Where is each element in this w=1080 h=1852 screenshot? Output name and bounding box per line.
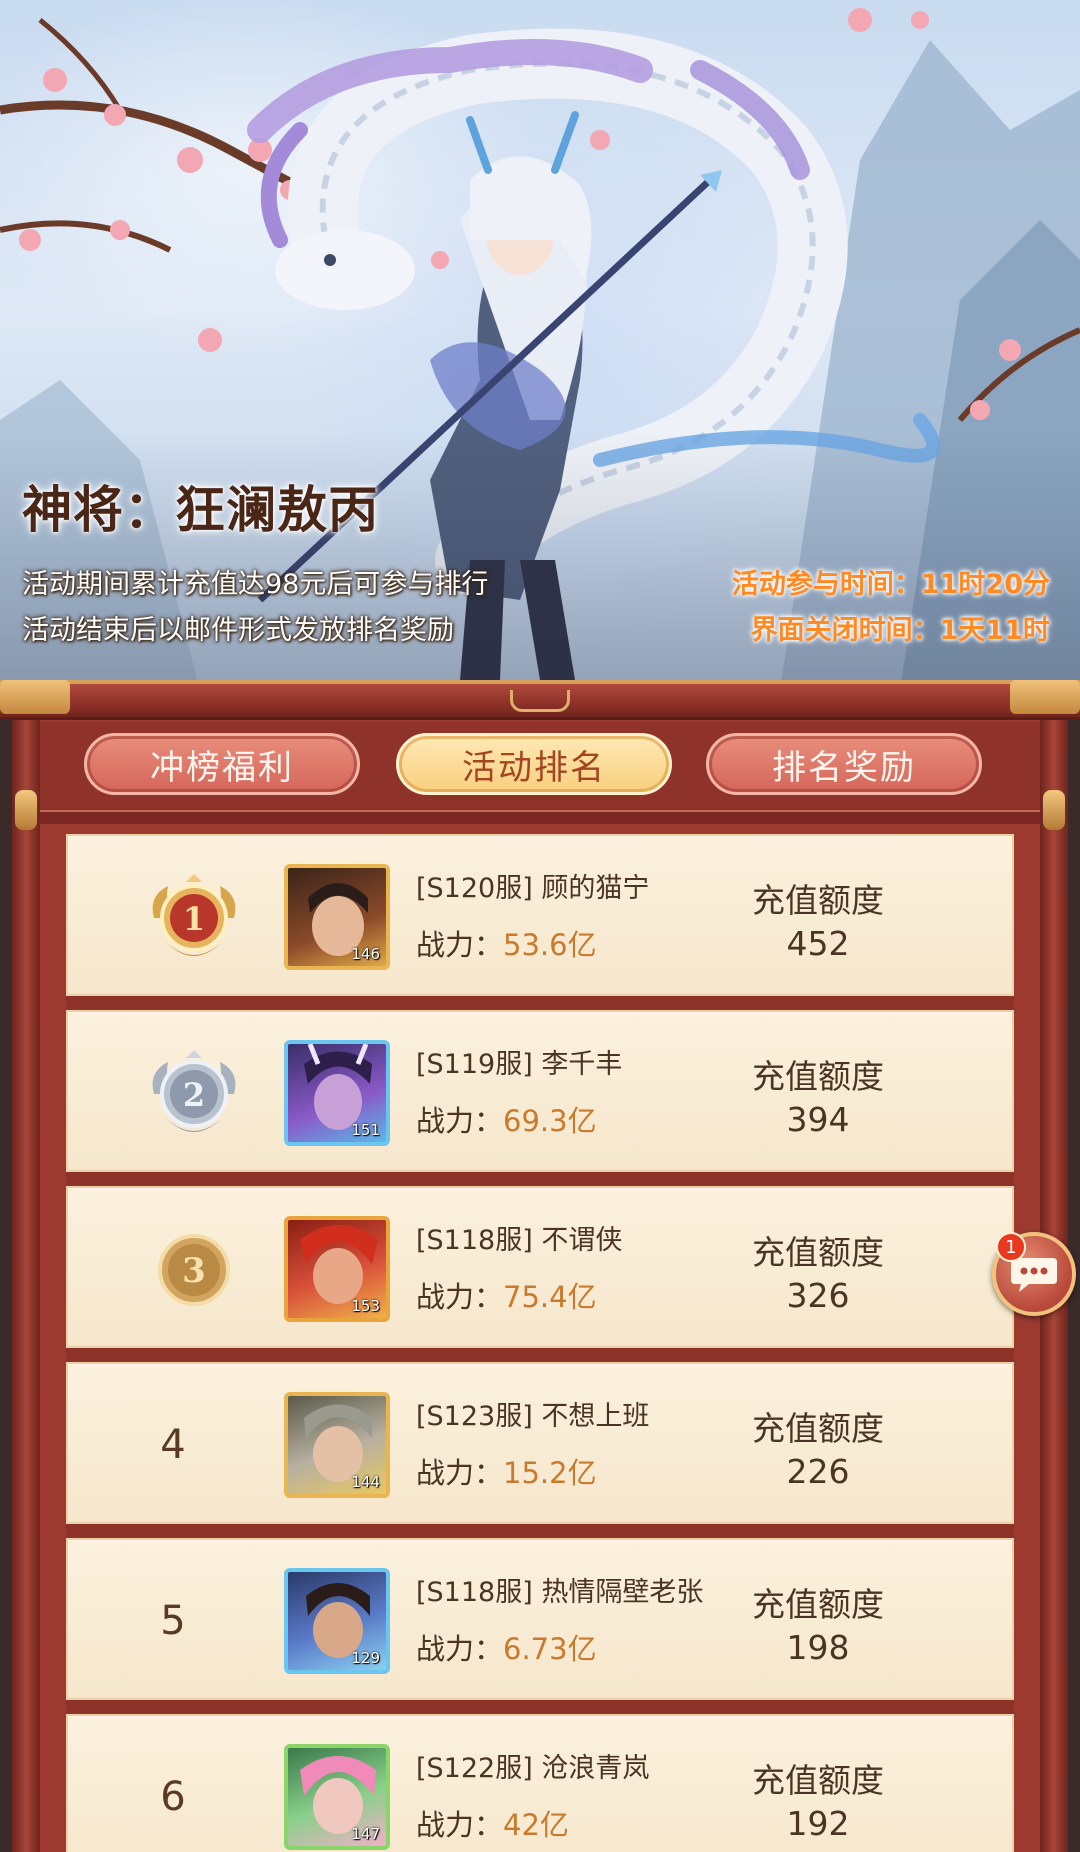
power-line: 战力：75.4亿 (416, 1274, 597, 1316)
player-name: [S122服] 沧浪青岚 (416, 1753, 650, 1784)
ranking-row[interactable]: 3 153 [S118服] 不谓侠 战力：75.4亿 充值额度 326 (66, 1186, 1014, 1348)
power-value: 69.3亿 (503, 1104, 597, 1138)
left-pillar (12, 720, 40, 1852)
recharge-value: 226 (786, 1452, 850, 1491)
recharge-value: 326 (786, 1276, 850, 1315)
bronze-medal-icon: 3 (158, 1234, 230, 1306)
banner-shade (0, 430, 1080, 690)
power-value: 75.4亿 (503, 1280, 597, 1314)
avatar[interactable]: 129 (284, 1568, 390, 1674)
participation-timer: 活动参与时间：11时20分 (731, 569, 1050, 600)
power-line: 战力：6.73亿 (416, 1626, 597, 1668)
avatar[interactable]: 144 (284, 1392, 390, 1498)
power-value: 42亿 (503, 1808, 569, 1842)
rank-number: 5 (160, 1598, 186, 1644)
tab-ranking-welfare[interactable]: 冲榜福利 (84, 733, 360, 795)
svg-text:1: 1 (183, 900, 205, 938)
row-separator (66, 1700, 1014, 1714)
ranking-row[interactable]: 5 129 [S118服] 热情隔壁老张 战力：6.73亿 充值额度 198 (66, 1538, 1014, 1700)
ranking-row[interactable]: 1 146 [S120服] 顾的猫宁 战力：53.6亿 充值额度 452 (66, 834, 1014, 996)
player-name: [S119服] 李千丰 (416, 1049, 623, 1080)
recharge-label: 充值额度 (752, 1585, 884, 1624)
rank-number: 4 (160, 1422, 186, 1468)
avatar[interactable]: 153 (284, 1216, 390, 1322)
close-timer: 界面关闭时间：1天11时 (750, 615, 1050, 646)
power-value: 15.2亿 (503, 1456, 597, 1490)
hero-title: 神将：狂澜敖丙 (22, 481, 379, 539)
avatar[interactable]: 147 (284, 1744, 390, 1850)
row-separator (66, 1172, 1014, 1186)
power-label: 战力： (416, 1632, 504, 1666)
silver-medal-icon: 2 (152, 1050, 236, 1132)
ranking-row[interactable]: 2 151 [S119服] 李千丰 战力：69.3亿 充值额度 394 (66, 1010, 1014, 1172)
ranking-row[interactable]: 4 144 [S123服] 不想上班 战力：15.2亿 充值额度 226 (66, 1362, 1014, 1524)
avatar-level: 144 (351, 1473, 380, 1491)
recharge-label: 充值额度 (752, 1233, 884, 1272)
player-name: [S123服] 不想上班 (416, 1401, 650, 1432)
player-name: [S118服] 热情隔壁老张 (416, 1577, 704, 1608)
svg-text:2: 2 (183, 1076, 205, 1114)
row-separator (66, 1524, 1014, 1538)
recharge-label: 充值额度 (752, 1409, 884, 1448)
avatar[interactable]: 151 (284, 1040, 390, 1146)
power-value: 53.6亿 (503, 928, 597, 962)
pillar-ornament-icon (15, 790, 37, 830)
rank-number: 6 (160, 1774, 186, 1820)
ranking-row[interactable]: 6 147 [S122服] 沧浪青岚 战力：42亿 充值额度 192 (66, 1714, 1014, 1852)
chat-notification-badge: 1 (996, 1232, 1026, 1262)
pillar-ornament-icon (1043, 790, 1065, 830)
avatar-level: 146 (351, 945, 380, 963)
corner-ornament-icon (1010, 680, 1080, 714)
hero-banner: 神将：狂澜敖丙 活动期间累计充值达98元后可参与排行 活动结束后以邮件形式发放排… (0, 0, 1080, 690)
recharge-value: 452 (786, 924, 850, 963)
recharge-value: 192 (786, 1804, 850, 1843)
avatar-level: 151 (351, 1121, 380, 1139)
recharge-label: 充值额度 (752, 1057, 884, 1096)
avatar-level: 147 (351, 1825, 380, 1843)
rule-line-reward: 活动结束后以邮件形式发放排名奖励 (22, 615, 454, 646)
tab-activity-ranking[interactable]: 活动排名 (396, 733, 672, 795)
recharge-label: 充值额度 (752, 1761, 884, 1800)
player-name: [S118服] 不谓侠 (416, 1225, 623, 1256)
power-label: 战力： (416, 1456, 504, 1490)
row-separator (66, 996, 1014, 1010)
gold-medal-icon: 1 (152, 874, 236, 956)
recharge-label: 充值额度 (752, 881, 884, 920)
recharge-value: 394 (786, 1100, 850, 1139)
power-line: 战力：42亿 (416, 1802, 569, 1844)
rule-line-recharge: 活动期间累计充值达98元后可参与排行 (22, 569, 489, 600)
recharge-value: 198 (786, 1628, 850, 1667)
power-value: 6.73亿 (503, 1632, 597, 1666)
center-ornament-icon (510, 690, 570, 712)
power-label: 战力： (416, 1104, 504, 1138)
power-label: 战力： (416, 1808, 504, 1842)
power-line: 战力：69.3亿 (416, 1098, 597, 1140)
tab-ranking-rewards[interactable]: 排名奖励 (706, 733, 982, 795)
player-name: [S120服] 顾的猫宁 (416, 873, 650, 904)
power-label: 战力： (416, 1280, 504, 1314)
power-label: 战力： (416, 928, 504, 962)
tabs-divider (40, 810, 1040, 824)
row-separator (66, 1348, 1014, 1362)
avatar-level: 153 (351, 1297, 380, 1315)
avatar-level: 129 (351, 1649, 380, 1667)
corner-ornament-icon (0, 680, 70, 714)
power-line: 战力：15.2亿 (416, 1450, 597, 1492)
svg-text:3: 3 (182, 1251, 206, 1291)
power-line: 战力：53.6亿 (416, 922, 597, 964)
avatar[interactable]: 146 (284, 864, 390, 970)
